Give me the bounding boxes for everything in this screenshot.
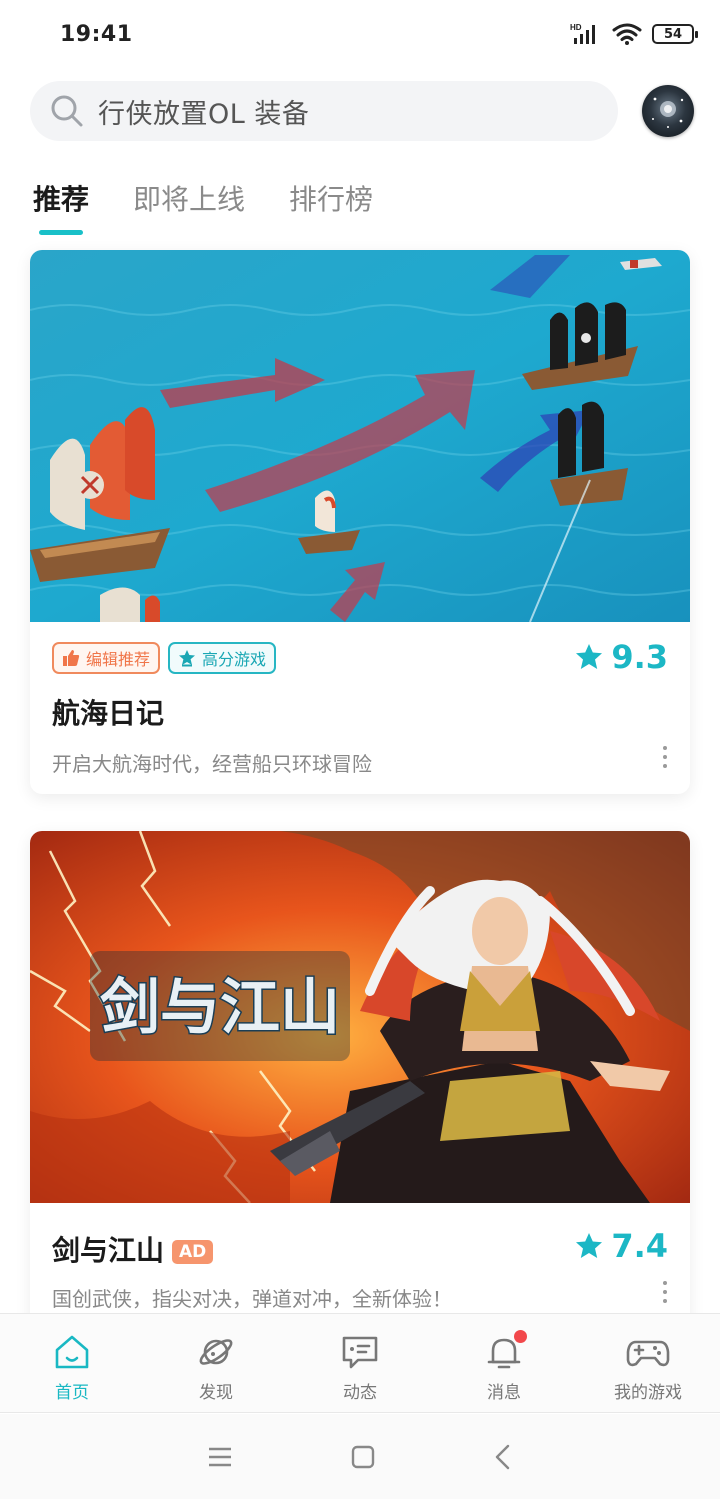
game-card[interactable]: 剑与江山 剑与江山 AD 7.4 国创武侠，指尖对决，弹道对冲，全新体验！ [30, 831, 690, 1351]
nav-label: 我的游戏 [614, 1383, 682, 1403]
nav-my-games[interactable]: 我的游戏 [576, 1314, 720, 1412]
tab-recommend[interactable]: 推荐 [33, 178, 89, 238]
card-info: 剑与江山 AD 7.4 国创武侠，指尖对决，弹道对冲，全新体验！ [52, 1227, 668, 1312]
menu-icon[interactable] [207, 1446, 233, 1468]
badge-label: 编辑推荐 [86, 650, 151, 669]
more-options-icon[interactable] [663, 1281, 667, 1303]
nav-label: 发现 [199, 1383, 233, 1403]
status-icons: HD 54 [570, 22, 698, 46]
more-options-icon[interactable] [663, 746, 667, 768]
chat-icon [342, 1336, 378, 1369]
game-logo: 剑与江山 [90, 951, 350, 1061]
status-time: 19:41 [60, 21, 133, 47]
rating: 7.4 [575, 1227, 668, 1265]
tab-label: 即将上线 [133, 183, 246, 216]
battery-level: 54 [663, 26, 683, 42]
high-score-badge: 高分游戏 [168, 642, 277, 674]
tab-bar: 推荐 即将上线 排行榜 [33, 178, 373, 238]
thumbs-up-icon [63, 650, 80, 666]
star-icon [576, 644, 603, 669]
editor-pick-badge: 编辑推荐 [52, 642, 161, 674]
tab-label: 排行榜 [289, 183, 374, 216]
tab-upcoming[interactable]: 即将上线 [133, 178, 245, 238]
system-nav-bar [0, 1414, 720, 1499]
ad-badge: AD [172, 1240, 214, 1264]
game-description: 国创武侠，指尖对决，弹道对冲，全新体验！ [52, 1287, 452, 1311]
home-icon [55, 1335, 89, 1369]
search-input[interactable]: 行侠放置OL 装备 [30, 81, 618, 141]
game-banner-image[interactable] [30, 250, 690, 622]
notification-dot [514, 1330, 527, 1343]
search-row: 行侠放置OL 装备 [30, 81, 694, 141]
nav-label: 消息 [487, 1383, 521, 1403]
nav-activity[interactable]: 动态 [288, 1314, 432, 1412]
nav-label: 首页 [55, 1383, 89, 1403]
rating-value: 7.4 [611, 1227, 668, 1265]
star-icon [576, 1233, 603, 1258]
tab-label: 推荐 [33, 183, 90, 216]
back-icon[interactable] [493, 1444, 513, 1470]
tab-ranking[interactable]: 排行榜 [289, 178, 373, 238]
nav-discover[interactable]: 发现 [144, 1314, 288, 1412]
game-title: 剑与江山 [52, 1234, 165, 1267]
tab-active-indicator [39, 230, 83, 235]
game-description: 开启大航海时代，经营船只环球冒险 [52, 752, 372, 776]
gamepad-icon [626, 1340, 670, 1367]
planet-icon [199, 1339, 233, 1365]
nav-messages[interactable]: 消息 [432, 1314, 576, 1412]
rating: 9.3 [575, 638, 668, 676]
status-bar: 19:41 HD 54 [0, 0, 720, 68]
battery-icon: 54 [652, 24, 698, 44]
star-badge-icon [179, 650, 196, 667]
bottom-nav: 首页 发现 动态 消息 我的游戏 [0, 1313, 720, 1413]
badge-label: 高分游戏 [202, 650, 267, 669]
network-type-label: HD [570, 23, 582, 32]
game-banner-image[interactable]: 剑与江山 [30, 831, 690, 1203]
nav-label: 动态 [343, 1383, 377, 1403]
game-title: 航海日记 [52, 697, 165, 730]
wifi-icon [612, 23, 642, 45]
game-logo-text: 剑与江山 [100, 973, 340, 1043]
home-button-icon[interactable] [351, 1445, 375, 1469]
game-card[interactable]: 编辑推荐 高分游戏 9.3 航海日记 开启大航海时代，经营船只环球冒险 [30, 250, 690, 794]
nav-home[interactable]: 首页 [0, 1314, 144, 1412]
avatar[interactable] [642, 85, 694, 137]
rating-value: 9.3 [611, 638, 668, 676]
card-info: 编辑推荐 高分游戏 9.3 航海日记 开启大航海时代，经营船只环球冒险 [52, 638, 668, 777]
signal-icon: HD [570, 23, 595, 44]
search-icon [51, 95, 83, 127]
search-placeholder: 行侠放置OL 装备 [98, 98, 310, 130]
